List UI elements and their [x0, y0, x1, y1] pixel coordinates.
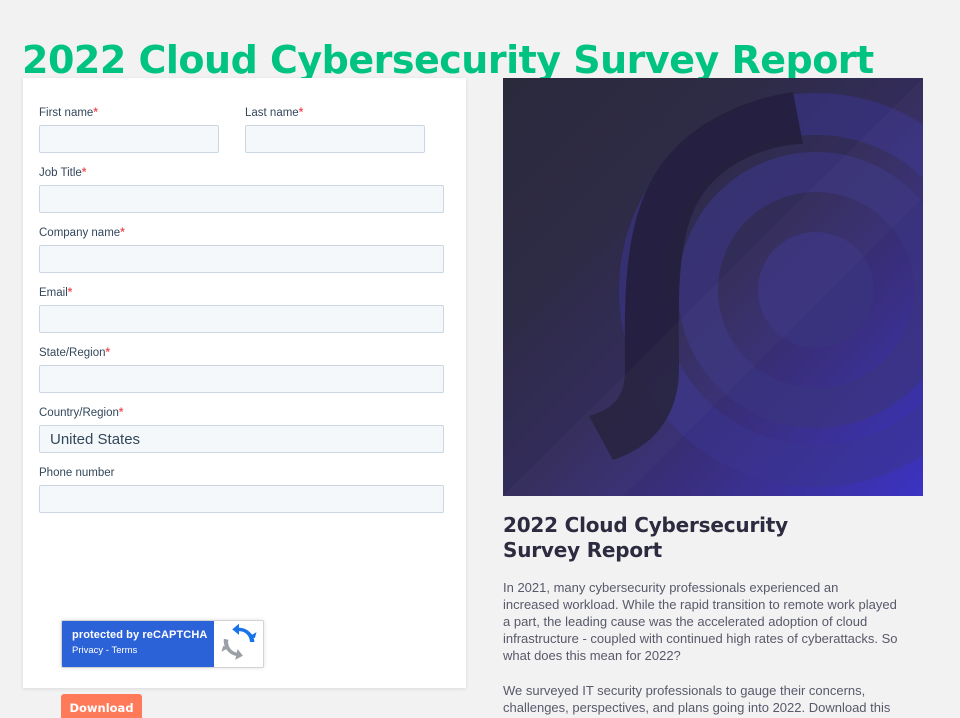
required-asterisk: *	[118, 407, 124, 419]
label-country-region: Country/Region*	[39, 406, 444, 420]
required-asterisk: *	[105, 347, 110, 359]
field-job-title: Job Title*	[39, 166, 444, 213]
label-text: Phone number	[39, 467, 115, 479]
lead-capture-form-card: First name* Last name* Job Title* Compan…	[23, 78, 466, 718]
recaptcha-logo-panel	[214, 621, 263, 667]
promo-paragraph-2: We surveyed IT security professionals to…	[503, 683, 891, 718]
label-company-name: Company name*	[39, 226, 444, 240]
field-first-name: First name*	[39, 106, 219, 153]
country-region-select[interactable]	[39, 425, 444, 453]
promo-column: 2022 Cloud Cybersecurity Survey Report I…	[503, 78, 923, 718]
email-input[interactable]	[39, 305, 444, 333]
required-asterisk: *	[298, 107, 304, 119]
page-title: 2022 Cloud Cybersecurity Survey Report	[22, 38, 874, 83]
required-asterisk: *	[67, 287, 73, 299]
hero-swirl-graphic	[589, 92, 923, 487]
required-asterisk: *	[93, 107, 98, 119]
label-text: Company name	[39, 227, 121, 239]
recaptcha-title: protected by reCAPTCHA	[72, 629, 208, 641]
recaptcha-terms-link[interactable]: Terms	[111, 645, 137, 656]
field-last-name: Last name*	[245, 106, 425, 153]
required-asterisk: *	[120, 227, 125, 239]
company-name-input[interactable]	[39, 245, 444, 273]
label-text: First name	[39, 107, 94, 119]
label-job-title: Job Title*	[39, 166, 444, 180]
label-phone-number: Phone number	[39, 466, 444, 480]
field-company-name: Company name*	[39, 226, 444, 273]
recaptcha-privacy-link[interactable]: Privacy	[72, 645, 103, 656]
recaptcha-logo-icon	[220, 623, 258, 666]
field-email: Email*	[39, 286, 444, 333]
label-text: Email	[39, 287, 68, 299]
label-text: Last name	[245, 107, 299, 119]
promo-paragraph-1: In 2021, many cybersecurity professional…	[503, 580, 898, 663]
download-button[interactable]: Download	[61, 694, 142, 718]
name-row: First name* Last name*	[39, 106, 444, 166]
label-text: State/Region	[39, 347, 106, 359]
label-text: Country/Region	[39, 407, 119, 419]
field-phone-number: Phone number	[39, 466, 444, 513]
first-name-input[interactable]	[39, 125, 219, 153]
recaptcha-text-panel: protected by reCAPTCHA Privacy - Terms	[62, 621, 214, 667]
last-name-input[interactable]	[245, 125, 425, 153]
recaptcha-links: Privacy - Terms	[72, 644, 214, 658]
field-country-region: Country/Region*	[39, 406, 444, 453]
required-asterisk: *	[81, 167, 87, 179]
download-form: First name* Last name* Job Title* Compan…	[23, 78, 466, 513]
label-first-name: First name*	[39, 106, 219, 120]
label-text: Job Title	[39, 167, 82, 179]
label-last-name: Last name*	[245, 106, 425, 120]
label-email: Email*	[39, 286, 444, 300]
recaptcha-badge[interactable]: protected by reCAPTCHA Privacy - Terms	[61, 620, 264, 668]
phone-number-input[interactable]	[39, 485, 444, 513]
landing-page: 2022 Cloud Cybersecurity Survey Report F…	[0, 0, 960, 718]
field-state-region: State/Region*	[39, 346, 444, 393]
recaptcha-separator: -	[105, 645, 109, 656]
hero-image	[503, 78, 923, 496]
job-title-input[interactable]	[39, 185, 444, 213]
state-region-input[interactable]	[39, 365, 444, 393]
label-state-region: State/Region*	[39, 346, 444, 360]
promo-heading: 2022 Cloud Cybersecurity Survey Report	[503, 513, 788, 562]
